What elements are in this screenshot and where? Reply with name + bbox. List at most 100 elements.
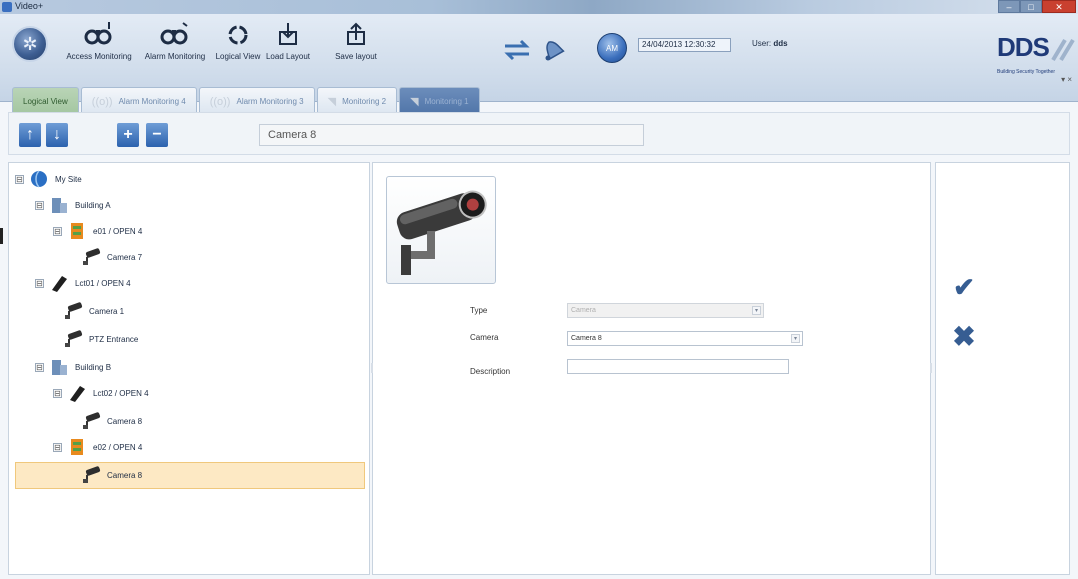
tree-node-e02[interactable]: ⊟ e02 / OPEN 4	[53, 437, 142, 457]
confirm-button[interactable]: ✔	[950, 273, 978, 301]
save-layout-button[interactable]: Save layout	[334, 18, 378, 76]
tree-node-label: Lct01 / OPEN 4	[75, 278, 131, 288]
checkmark-icon: ✔	[953, 272, 975, 302]
app-icon	[2, 2, 12, 12]
reader-icon	[49, 273, 71, 293]
access-monitoring-label: Access Monitoring	[66, 52, 132, 61]
description-field[interactable]	[567, 359, 789, 374]
window-title: Video+	[15, 1, 44, 11]
tree-node-e01[interactable]: ⊟ e01 / OPEN 4	[53, 221, 142, 241]
dds-logo: DDS Building Security Together ▾ ×	[993, 32, 1078, 84]
item-name-field[interactable]: Camera 8	[259, 124, 644, 146]
remove-button[interactable]: −	[146, 123, 168, 147]
load-layout-button[interactable]: Load Layout	[264, 18, 312, 76]
tree-node-camera-1[interactable]: Camera 1	[63, 301, 124, 321]
tab-monitoring-1[interactable]: ◥ Monitoring 1	[399, 87, 480, 115]
ribbon: ✲ Access Monitoring Alarm Monitoring Log…	[0, 14, 1078, 115]
collapse-toggle[interactable]: ⊟	[35, 278, 44, 288]
tree-node-label: PTZ Entrance	[89, 334, 139, 344]
tree-node-camera-8-selected[interactable]: Camera 8	[81, 465, 142, 485]
app-window: Video+ – □ ✕ ✲ Access Monitoring Alarm M…	[0, 0, 1078, 579]
site-tree: ⊟ My Site ⊟ Building A ⊟ e01 / OPEN 4 Ca…	[8, 162, 370, 575]
tree-node-label: My Site	[55, 174, 82, 184]
camera-select[interactable]: Camera 8 ▾	[567, 331, 803, 346]
logo-tagline: Building Security Together	[997, 69, 1055, 75]
tree-node-lct02[interactable]: ⊟ Lct02 / OPEN 4	[53, 383, 149, 403]
tab-alarm-monitoring-4[interactable]: ((o)) Alarm Monitoring 4	[80, 87, 197, 115]
camera-icon	[81, 247, 103, 267]
binoculars-alarm-icon	[139, 18, 211, 52]
upload-icon	[334, 18, 378, 52]
camera-thumbnail	[386, 176, 496, 284]
cycle-icon	[212, 18, 264, 52]
camera-icon	[81, 465, 103, 485]
tree-node-ptz-entrance[interactable]: PTZ Entrance	[63, 329, 138, 349]
alarm-monitoring-button[interactable]: Alarm Monitoring	[139, 18, 211, 76]
user-label: User:	[752, 39, 772, 48]
window-controls: – □ ✕	[998, 0, 1076, 14]
close-icon: ✖	[952, 321, 976, 352]
cancel-button[interactable]: ✖	[950, 323, 978, 351]
tab-alarm-monitoring-3[interactable]: ((o)) Alarm Monitoring 3	[198, 87, 315, 115]
selected-row-highlight	[15, 462, 365, 489]
globe-icon	[29, 169, 51, 189]
type-label: Type	[470, 306, 488, 315]
window-edge-marker	[0, 228, 3, 244]
tab-monitoring-2[interactable]: ◥ Monitoring 2	[316, 87, 398, 115]
collapse-toggle[interactable]: ⊟	[35, 362, 44, 372]
camera-icon	[63, 301, 85, 321]
tree-node-label: Camera 8	[107, 416, 143, 426]
collapse-toggle[interactable]: ⊟	[53, 226, 62, 236]
splitter-grip[interactable]	[371, 363, 373, 373]
tree-node-lct01[interactable]: ⊟ Lct01 / OPEN 4	[35, 273, 131, 293]
tree-node-camera-8-a[interactable]: Camera 8	[81, 411, 142, 431]
collapse-toggle[interactable]: ⊟	[53, 442, 62, 452]
collapse-toggle[interactable]: ⊟	[53, 388, 62, 398]
user-name: dds	[773, 39, 788, 48]
camera-icon	[63, 329, 85, 349]
minimize-button[interactable]: –	[998, 0, 1020, 13]
edit-toolbar: ↑ ↓ + − Camera 8	[8, 112, 1070, 155]
close-button[interactable]: ✕	[1042, 0, 1076, 13]
tree-node-label: Lct02 / OPEN 4	[93, 388, 149, 398]
tree-node-building-a[interactable]: ⊟ Building A	[35, 195, 111, 215]
tree-node-camera-7[interactable]: Camera 7	[81, 247, 142, 267]
tree-node-label: Camera 8	[107, 470, 143, 480]
detail-panel: Type Camera ▾ Camera Camera 8 ▾ Descript…	[371, 162, 932, 575]
bell-icon	[545, 41, 565, 61]
download-icon	[264, 18, 312, 52]
arrow-up-icon: ↑	[26, 126, 34, 143]
app-orb-icon: ✲	[22, 34, 38, 54]
user-indicator: User: dds	[752, 39, 788, 48]
minus-icon: −	[152, 126, 162, 143]
type-select: Camera ▾	[567, 303, 764, 318]
splitter-grip[interactable]	[930, 363, 932, 373]
collapse-toggle[interactable]: ⊟	[35, 200, 44, 210]
tree-node-my-site[interactable]: ⊟ My Site	[15, 169, 82, 189]
alarm-bell-button[interactable]	[538, 34, 568, 64]
action-panel: ✔ ✖	[935, 162, 1070, 575]
sync-button[interactable]	[500, 36, 534, 64]
access-monitoring-button[interactable]: Access Monitoring	[58, 18, 140, 76]
title-bar: Video+ – □ ✕	[0, 0, 1078, 14]
collapse-toggle[interactable]: ⊟	[15, 174, 24, 184]
description-label: Description	[470, 367, 511, 376]
controller-icon	[67, 437, 89, 457]
am-status-badge[interactable]: AM	[597, 33, 627, 63]
app-menu-button[interactable]: ✲	[12, 26, 48, 62]
add-button[interactable]: +	[117, 123, 139, 147]
tree-node-building-b[interactable]: ⊟ Building B	[35, 357, 111, 377]
reader-icon	[67, 383, 89, 403]
maximize-button[interactable]: □	[1020, 0, 1042, 13]
camera-icon	[81, 411, 103, 431]
ribbon-mini-controls[interactable]: ▾ ×	[1061, 75, 1072, 84]
tab-logical-view[interactable]: Logical View	[12, 87, 79, 115]
logical-view-button[interactable]: Logical View	[212, 18, 264, 76]
building-icon	[49, 357, 71, 377]
chevron-down-icon[interactable]: ▾	[791, 334, 800, 343]
camera-label: Camera	[470, 333, 499, 342]
tree-node-label: e02 / OPEN 4	[93, 442, 143, 452]
tree-node-label: Camera 7	[107, 252, 143, 262]
move-down-button[interactable]: ↓	[46, 123, 68, 147]
move-up-button[interactable]: ↑	[19, 123, 41, 147]
